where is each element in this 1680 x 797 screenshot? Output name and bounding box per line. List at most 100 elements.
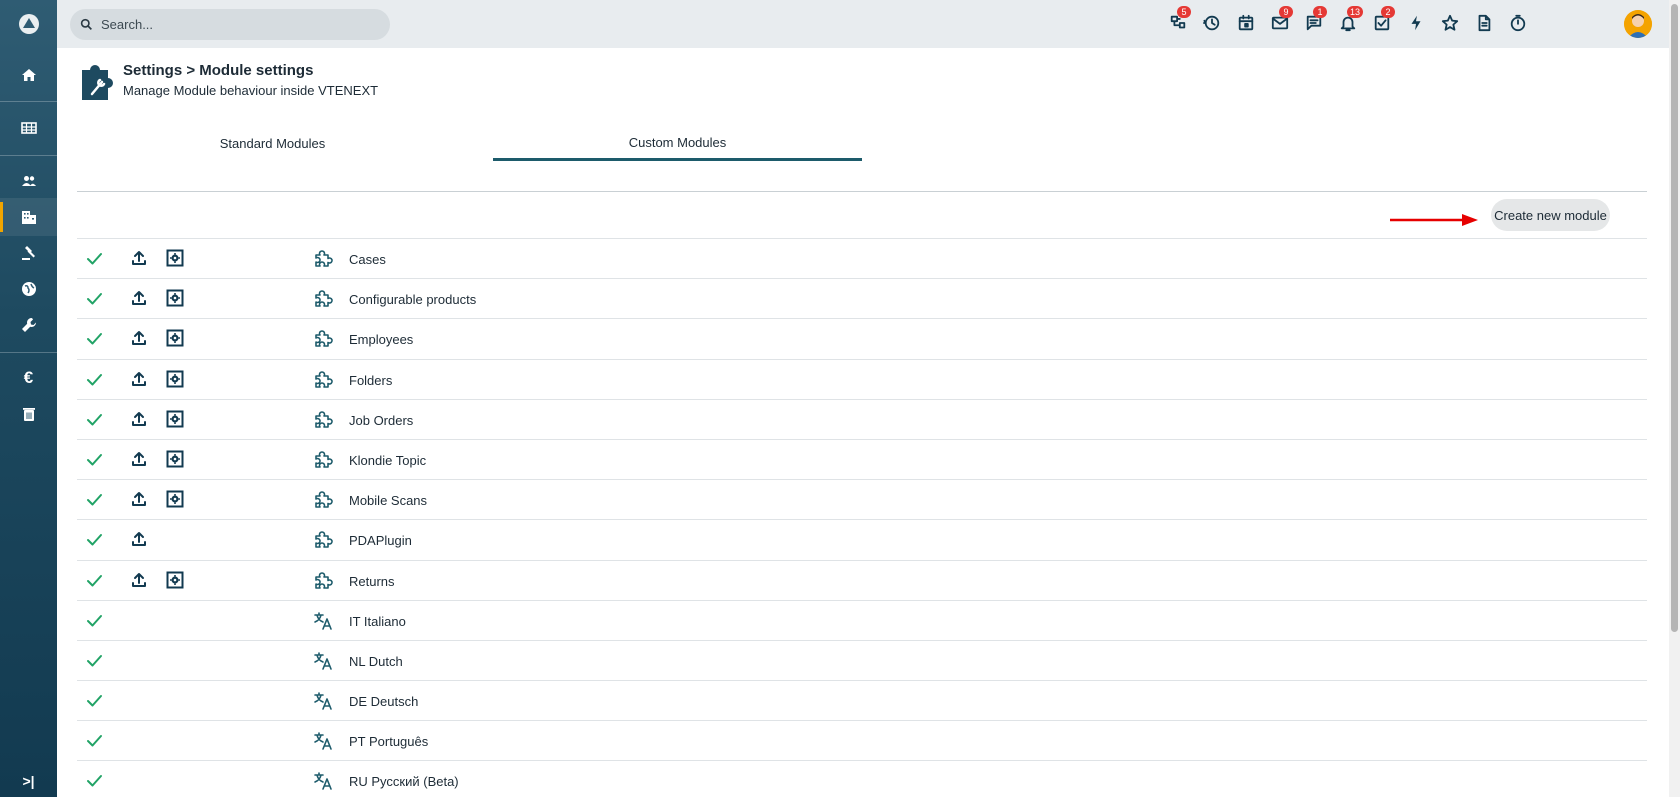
upload-icon[interactable] [130,490,148,508]
table-row[interactable]: NL Dutch [77,639,1647,680]
module-config-icon[interactable] [166,571,184,589]
language-icon [313,731,333,751]
table-row[interactable]: RU Русский (Beta) [77,760,1647,797]
star-icon [1441,14,1459,31]
table-row[interactable]: Mobile Scans [77,479,1647,519]
notification-badge: 1 [1313,6,1327,18]
enabled-check-icon[interactable] [86,250,103,267]
create-new-module-button[interactable]: Create new module [1491,199,1610,231]
building-icon [21,209,37,225]
bolt-button[interactable] [1405,12,1427,34]
module-config-icon[interactable] [166,249,184,267]
tab-standard-modules[interactable]: Standard Modules [77,126,468,161]
enabled-check-icon[interactable] [86,411,103,428]
table-row[interactable]: PDAPlugin [77,519,1647,559]
table-row[interactable]: PT Português [77,720,1647,760]
module-name: Returns [349,573,395,589]
sidebar-item-grid[interactable] [0,109,57,147]
search-icon [80,18,92,30]
sidebar-item-building[interactable] [0,198,57,236]
enabled-check-icon[interactable] [86,612,103,629]
sidebar: € >| [0,0,57,797]
upload-icon[interactable] [130,329,148,347]
table-row[interactable]: Folders [77,358,1647,399]
module-config-icon[interactable] [166,450,184,468]
upload-icon[interactable] [130,571,148,589]
calendar-icon [1238,14,1254,31]
enabled-check-icon[interactable] [86,531,103,548]
timer-button[interactable] [1507,12,1529,34]
puzzle-icon [313,571,333,591]
language-icon [313,771,333,791]
sidebar-divider [0,101,57,102]
enabled-check-icon[interactable] [86,330,103,347]
sidebar-item-gavel[interactable] [0,234,57,272]
upload-icon[interactable] [130,249,148,267]
upload-icon[interactable] [130,410,148,428]
table-row[interactable]: Employees [77,318,1647,358]
home-icon [21,67,37,83]
page-title: Settings > Module settings [123,62,314,79]
sidebar-item-euro[interactable]: € [0,359,57,397]
bolt-icon [1411,15,1421,31]
table-row[interactable]: Returns [77,559,1647,600]
scrollbar-thumb[interactable] [1671,4,1678,632]
sidebar-item-trash[interactable] [0,395,57,433]
table-row[interactable]: DE Deutsch [77,680,1647,720]
upload-icon[interactable] [130,530,148,548]
sidebar-item-users[interactable] [0,162,57,200]
calendar-button[interactable] [1235,12,1257,34]
table-row[interactable]: Job Orders [77,398,1647,439]
puzzle-icon [313,249,333,269]
sidebar-item-home[interactable] [0,56,57,94]
puzzle-icon [313,329,333,349]
enabled-check-icon[interactable] [86,652,103,669]
app-logo[interactable] [0,0,57,48]
module-config-icon[interactable] [166,289,184,307]
gavel-icon [21,245,37,261]
module-name: Klondie Topic [349,452,427,468]
table-row[interactable]: IT Italiano [77,599,1647,640]
globe-icon [21,281,37,297]
table-row[interactable]: Configurable products [77,278,1647,318]
document-button[interactable] [1473,12,1495,34]
sidebar-item-globe[interactable] [0,270,57,308]
enabled-check-icon[interactable] [86,491,103,508]
bell-button[interactable]: 13 [1337,6,1364,34]
tab-custom-modules[interactable]: Custom Modules [493,126,862,161]
table-row[interactable]: Cases [77,238,1647,278]
enabled-check-icon[interactable] [86,732,103,749]
upload-icon[interactable] [130,289,148,307]
module-name: Folders [349,372,393,388]
module-config-icon[interactable] [166,370,184,388]
mail-button[interactable]: 9 [1269,6,1293,34]
grid-icon [20,120,37,136]
search-input[interactable] [101,17,381,32]
sidebar-item-wrench[interactable] [0,306,57,344]
tasks-button[interactable]: 2 [1371,6,1395,34]
enabled-check-icon[interactable] [86,572,103,589]
enabled-check-icon[interactable] [86,290,103,307]
star-button[interactable] [1439,12,1461,34]
module-config-icon[interactable] [166,490,184,508]
processes-button[interactable]: 5 [1167,6,1191,34]
enabled-check-icon[interactable] [86,772,103,789]
enabled-check-icon[interactable] [86,451,103,468]
page-scrollbar[interactable] [1669,0,1680,797]
module-config-icon[interactable] [166,329,184,347]
search-bar[interactable] [70,9,390,40]
module-config-icon[interactable] [166,410,184,428]
enabled-check-icon[interactable] [86,692,103,709]
modules-table: Cases Configurable products Employees Folde… [77,238,1647,797]
expand-sidebar-icon[interactable]: >| [0,762,57,797]
table-row[interactable]: Klondie Topic [77,438,1647,479]
history-button[interactable] [1201,12,1223,34]
upload-icon[interactable] [130,370,148,388]
module-name: Mobile Scans [349,493,428,509]
chat-button[interactable]: 1 [1303,6,1327,34]
user-avatar[interactable] [1624,10,1652,38]
puzzle-icon [313,370,333,390]
enabled-check-icon[interactable] [86,371,103,388]
language-icon [313,611,333,631]
upload-icon[interactable] [130,450,148,468]
